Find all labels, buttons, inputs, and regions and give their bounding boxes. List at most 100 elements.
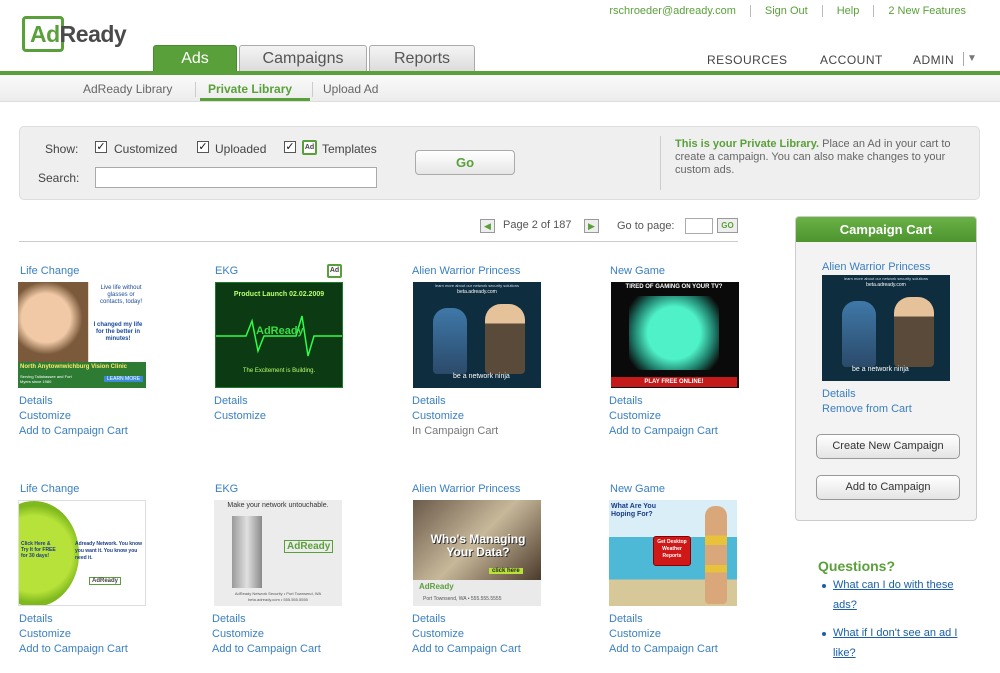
next-page-button[interactable]: ▶ — [584, 219, 599, 233]
new-features-link[interactable]: 2 New Features — [873, 5, 980, 17]
details-link[interactable]: Details — [609, 612, 718, 627]
subnav-divider — [195, 82, 196, 97]
ad-title[interactable]: New Game — [610, 483, 665, 495]
man-figure — [894, 297, 934, 367]
faq-link-dont-see-ad[interactable]: What if I don't see an ad I like? — [833, 623, 973, 663]
ad-thumbnail[interactable]: Click Here & Try It for FREE for 30 days… — [18, 500, 146, 606]
ad-thumbnail[interactable]: Product Launch 02.02.2009 AdReady The Ex… — [215, 282, 343, 388]
ad-title[interactable]: Life Change — [20, 265, 79, 277]
customize-link[interactable]: Customize — [412, 627, 521, 642]
chevron-down-icon[interactable]: ▼ — [967, 53, 977, 64]
help-link[interactable]: Help — [821, 5, 874, 17]
account-menu[interactable]: ACCOUNT — [820, 53, 883, 67]
tab-reports[interactable]: Reports — [369, 45, 475, 71]
ad-title[interactable]: Alien Warrior Princess — [412, 265, 520, 277]
tab-campaigns[interactable]: Campaigns — [239, 45, 367, 71]
templates-checkbox[interactable]: ✓ — [284, 141, 296, 153]
ad-actions: Details Customize Add to Campaign Cart — [609, 394, 718, 439]
monolith-graphic — [232, 516, 262, 588]
details-link[interactable]: Details — [412, 394, 498, 409]
ad-actions: Details Customize Add to Campaign Cart — [412, 612, 521, 657]
customize-link[interactable]: Customize — [212, 627, 321, 642]
in-cart-status: In Campaign Cart — [412, 425, 499, 437]
ad-title[interactable]: Life Change — [20, 483, 79, 495]
ad-thumbnail[interactable]: Live life without glasses or contacts, t… — [18, 282, 146, 388]
ad-thumbnail[interactable]: learn more about our network security so… — [413, 282, 541, 388]
add-to-cart-link[interactable]: Add to Campaign Cart — [212, 642, 321, 657]
private-library-info: This is your Private Library. Place an A… — [675, 138, 965, 177]
cart-details-link[interactable]: Details — [822, 387, 912, 402]
cart-item-actions: Details Remove from Cart — [822, 387, 912, 417]
goto-go-button[interactable]: GO — [717, 218, 738, 233]
customize-link[interactable]: Customize — [609, 627, 718, 642]
details-link[interactable]: Details — [212, 612, 321, 627]
subnav-upload-ad[interactable]: Upload Ad — [323, 82, 378, 96]
admin-menu[interactable]: ADMIN — [913, 53, 954, 67]
customized-checkbox[interactable]: ✓ — [95, 141, 107, 153]
customize-link[interactable]: Customize — [214, 409, 266, 424]
ad-actions: Details Customize — [214, 394, 266, 424]
add-to-cart-link[interactable]: Add to Campaign Cart — [609, 424, 718, 439]
add-to-campaign-button[interactable]: Add to Campaign — [816, 475, 960, 500]
customize-link[interactable]: Customize — [19, 627, 128, 642]
woman-photo — [18, 282, 88, 362]
panel-divider — [660, 136, 661, 190]
ad-thumbnail[interactable]: What Are You Hoping For? Get Desktop Wea… — [609, 500, 737, 606]
faq-link-what-can-i-do[interactable]: What can I do with these ads? — [833, 575, 973, 615]
admin-divider — [963, 52, 964, 66]
details-link[interactable]: Details — [19, 394, 128, 409]
subnav-private-library[interactable]: Private Library — [208, 82, 292, 96]
ad-thumbnail[interactable]: TIRED OF GAMING ON YOUR TV? PLAY FREE ON… — [611, 282, 739, 388]
ad-title[interactable]: New Game — [610, 265, 665, 277]
info-highlight: This is your Private Library. — [675, 138, 820, 150]
top-links: rschroeder@adready.com Sign Out Help 2 N… — [595, 5, 980, 17]
ad-actions: Details Customize Add to Campaign Cart — [19, 394, 128, 439]
customized-label: Customized — [114, 142, 178, 156]
search-label: Search: — [38, 171, 80, 185]
bullet — [822, 632, 826, 636]
cart-item-thumbnail[interactable]: learn more about our network security so… — [822, 275, 950, 381]
ad-thumbnail[interactable]: Make your network untouchable. AdReady A… — [214, 500, 342, 606]
customize-link[interactable]: Customize — [412, 409, 498, 424]
prev-page-button[interactable]: ◀ — [480, 219, 495, 233]
show-label: Show: — [45, 142, 79, 156]
details-link[interactable]: Details — [609, 394, 718, 409]
adready-logo[interactable]: AdReady — [22, 16, 130, 56]
uploaded-label: Uploaded — [215, 142, 267, 156]
ad-title[interactable]: EKG — [215, 265, 238, 277]
add-to-cart-link[interactable]: Add to Campaign Cart — [412, 642, 521, 657]
add-to-cart-link[interactable]: Add to Campaign Cart — [19, 642, 128, 657]
go-button[interactable]: Go — [415, 150, 515, 175]
customize-link[interactable]: Customize — [19, 409, 128, 424]
warrior-figure — [842, 301, 876, 367]
goto-page-input[interactable] — [685, 218, 713, 234]
ad-actions: Details Customize Add to Campaign Cart — [19, 612, 128, 657]
logo-text: AdReady — [30, 21, 127, 47]
add-to-cart-link[interactable]: Add to Campaign Cart — [19, 424, 128, 439]
adready-template-icon: Ad — [302, 140, 317, 155]
ad-title[interactable]: Alien Warrior Princess — [412, 483, 520, 495]
tab-ads[interactable]: Ads — [153, 45, 237, 71]
resources-menu[interactable]: RESOURCES — [707, 53, 788, 67]
subnav-active-indicator — [200, 98, 310, 101]
ad-title[interactable]: EKG — [215, 483, 238, 495]
ad-thumbnail[interactable]: Who's Managing Your Data? click here AdR… — [413, 500, 541, 606]
details-link[interactable]: Details — [214, 394, 266, 409]
create-new-campaign-button[interactable]: Create New Campaign — [816, 434, 960, 459]
ad-actions: Details Customize In Campaign Cart — [412, 394, 498, 439]
uploaded-checkbox[interactable]: ✓ — [197, 141, 209, 153]
sign-out-link[interactable]: Sign Out — [749, 5, 822, 17]
ad-actions: Details Customize Add to Campaign Cart — [609, 612, 718, 657]
adready-template-icon: Ad — [327, 264, 342, 278]
bullet — [822, 584, 826, 588]
search-input[interactable] — [95, 167, 377, 188]
details-link[interactable]: Details — [19, 612, 128, 627]
subnav-adready-library[interactable]: AdReady Library — [83, 82, 172, 96]
cart-item-title[interactable]: Alien Warrior Princess — [822, 261, 930, 273]
add-to-cart-link[interactable]: Add to Campaign Cart — [609, 642, 718, 657]
user-email-link[interactable]: rschroeder@adready.com — [595, 5, 750, 17]
campaign-cart-title: Campaign Cart — [796, 217, 976, 242]
remove-from-cart-link[interactable]: Remove from Cart — [822, 402, 912, 417]
details-link[interactable]: Details — [412, 612, 521, 627]
customize-link[interactable]: Customize — [609, 409, 718, 424]
